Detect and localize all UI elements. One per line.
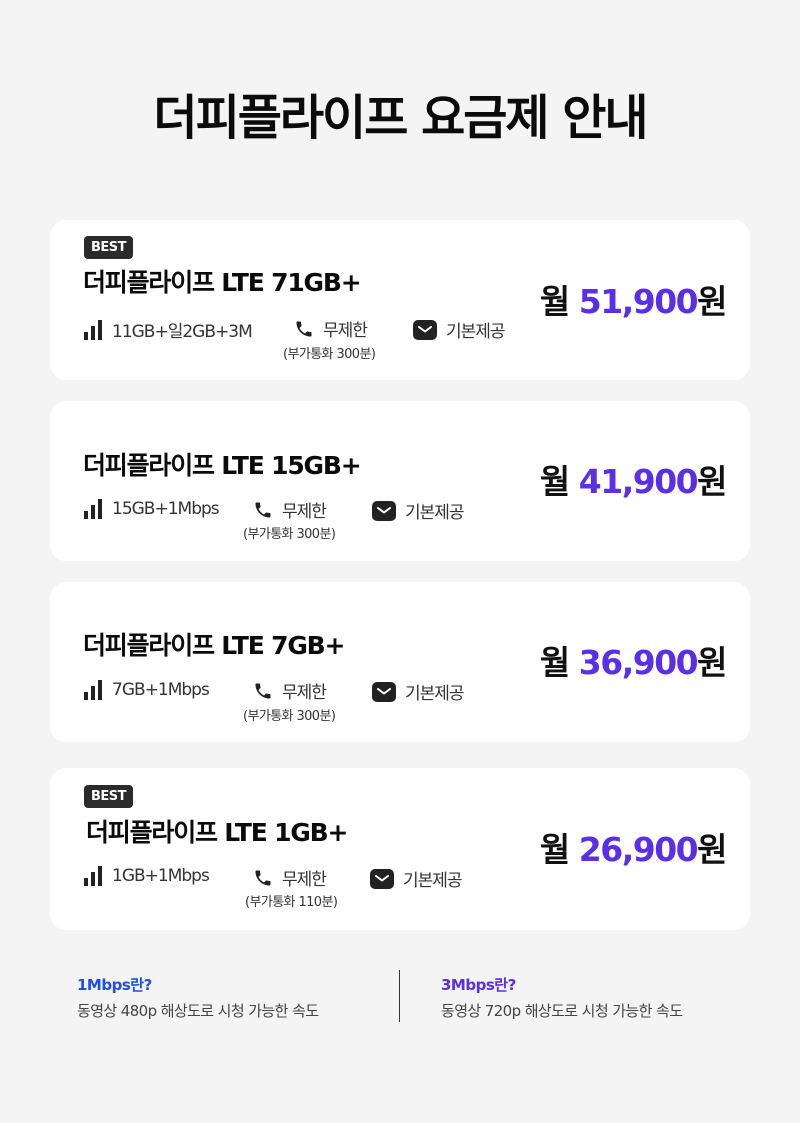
call-value: 무제한 [282,870,327,890]
call-value: 무제한 [282,502,327,522]
call-feature: 무제한 [294,316,368,341]
plan-card-7gb[interactable]: 더피플라이프 LTE 7GB+ 7GB+1Mbps 무제한 (부가통화 300분… [50,582,750,742]
call-feature: 무제한 [253,865,327,890]
envelope-icon [413,319,437,340]
price-amount: 51,900 [578,282,699,321]
plan-price: 월 41,900원 [539,462,728,501]
price-amount: 36,900 [578,643,699,682]
sms-feature: 기본제공 [372,679,465,704]
sms-feature: 기본제공 [372,498,465,523]
call-feature: 무제한 [253,497,327,522]
notes-divider [399,970,400,1022]
plan-name: 더피플라이프 LTE 7GB+ [83,631,345,660]
data-feature: 15GB+1Mbps [83,499,220,519]
phone-icon [255,870,271,885]
signal-bars-icon [84,866,102,886]
phone-icon [296,321,312,336]
data-feature: 1GB+1Mbps [83,866,210,886]
page-title: 더피플라이프 요금제 안내 [153,90,648,146]
note-title: 3Mbps란? [441,976,516,994]
best-badge: BEST [84,785,134,808]
signal-bars-icon [84,499,102,519]
call-subtext: (부가통화 300분) [283,347,376,362]
envelope-icon [372,500,396,521]
call-value: 무제한 [323,321,368,341]
sms-value: 기본제공 [403,871,463,891]
sms-value: 기본제공 [405,503,465,523]
best-badge: BEST [84,236,134,259]
call-subtext: (부가통화 300분) [243,709,336,724]
data-amount: 11GB+일2GB+3M [112,322,253,342]
sms-feature: 기본제공 [413,317,506,342]
note-title: 1Mbps란? [77,976,152,994]
plan-card-15gb[interactable]: 더피플라이프 LTE 15GB+ 15GB+1Mbps 무제한 (부가통화 30… [50,401,750,561]
plan-price: 월 36,900원 [539,643,728,682]
plan-name: 더피플라이프 LTE 15GB+ [83,451,362,480]
plan-card-71gb[interactable]: BEST 더피플라이프 LTE 71GB+ 11GB+일2GB+3M 무제한 (… [50,220,750,380]
plan-name: 더피플라이프 LTE 71GB+ [83,268,362,297]
sms-value: 기본제공 [446,322,506,342]
phone-icon [255,502,271,517]
call-feature: 무제한 [253,678,327,703]
signal-bars-icon [84,319,102,340]
sms-feature: 기본제공 [370,866,463,891]
sms-value: 기본제공 [405,684,465,704]
phone-icon [255,683,271,698]
signal-bars-icon [84,680,102,700]
data-feature: 7GB+1Mbps [83,680,210,700]
plan-price: 월 51,900원 [539,282,728,321]
note-description: 동영상 720p 해상도로 시청 가능한 속도 [441,1002,683,1020]
call-subtext: (부가통화 300분) [243,527,336,542]
note-description: 동영상 480p 해상도로 시청 가능한 속도 [77,1002,319,1020]
note-3mbps: 3Mbps란? 동영상 720p 해상도로 시청 가능한 속도 [441,974,683,1021]
data-amount: 7GB+1Mbps [112,680,210,700]
price-amount: 26,900 [578,830,699,869]
envelope-icon [372,681,396,702]
plan-price: 월 26,900원 [539,830,728,869]
note-1mbps: 1Mbps란? 동영상 480p 해상도로 시청 가능한 속도 [77,974,319,1021]
data-amount: 1GB+1Mbps [112,866,210,886]
plan-name: 더피플라이프 LTE 1GB+ [86,818,348,847]
plan-card-1gb[interactable]: BEST 더피플라이프 LTE 1GB+ 1GB+1Mbps 무제한 (부가통화… [50,768,750,930]
call-subtext: (부가통화 110분) [245,895,338,910]
envelope-icon [370,868,394,889]
price-amount: 41,900 [578,462,699,501]
call-value: 무제한 [282,683,327,703]
data-amount: 15GB+1Mbps [112,499,220,519]
data-feature: 11GB+일2GB+3M [83,317,253,342]
